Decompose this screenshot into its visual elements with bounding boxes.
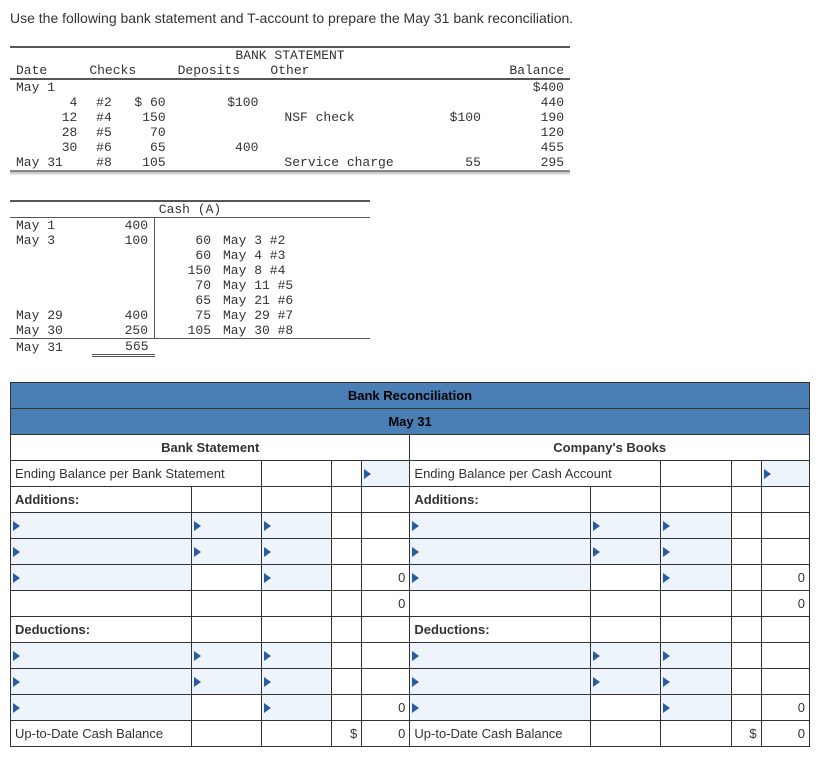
col-deposits: Deposits bbox=[172, 63, 265, 79]
bank-ded-amt-2a[interactable] bbox=[191, 669, 261, 695]
bank-add-amt-2b[interactable] bbox=[261, 539, 331, 565]
book-additions-label: Additions: bbox=[410, 487, 591, 513]
instruction-text: Use the following bank statement and T-a… bbox=[10, 10, 815, 26]
bank-ded-desc-3[interactable] bbox=[11, 695, 192, 721]
bank-ded-desc-2[interactable] bbox=[11, 669, 192, 695]
bank-final-val: 0 bbox=[362, 721, 410, 747]
book-ded-amt-3b[interactable] bbox=[661, 695, 731, 721]
bank-add-amt-1a[interactable] bbox=[191, 513, 261, 539]
ta-total-row: May 31 565 bbox=[10, 339, 370, 356]
book-uptodate-label: Up-to-Date Cash Balance bbox=[410, 721, 591, 747]
book-add-amt-1b[interactable] bbox=[661, 513, 731, 539]
bs-row: 30 #6 65 400 455 bbox=[10, 140, 570, 155]
bank-ded-amt-3b[interactable] bbox=[261, 695, 331, 721]
bank-uptodate-label: Up-to-Date Cash Balance bbox=[11, 721, 192, 747]
book-add-amt-1a[interactable] bbox=[591, 513, 661, 539]
book-add-amt-2a[interactable] bbox=[591, 539, 661, 565]
bank-ded-amt-1b[interactable] bbox=[261, 643, 331, 669]
book-ded-amt-1a[interactable] bbox=[591, 643, 661, 669]
book-add-amt-3b[interactable] bbox=[661, 565, 731, 591]
bank-reconciliation-table: Bank Reconciliation May 31 Bank Statemen… bbox=[10, 382, 810, 747]
bank-statement-title: BANK STATEMENT bbox=[10, 47, 570, 63]
bs-row: 4 #2 $ 60 $100 440 bbox=[10, 95, 570, 110]
bank-end-bal-label: Ending Balance per Bank Statement bbox=[11, 461, 262, 487]
book-add-desc-1[interactable] bbox=[410, 513, 591, 539]
ta-row: 150 May 8 #4 bbox=[10, 263, 370, 278]
bank-add-subtotal2: 0 bbox=[362, 591, 410, 617]
book-add-subtotal2: 0 bbox=[761, 591, 809, 617]
bank-final-sym: $ bbox=[332, 721, 362, 747]
bank-ded-desc-1[interactable] bbox=[11, 643, 192, 669]
recon-title: Bank Reconciliation bbox=[11, 383, 810, 409]
bs-row: May 1 $400 bbox=[10, 79, 570, 95]
col-other: Other bbox=[264, 63, 433, 79]
ta-row: May 30 250 105 May 30 #8 bbox=[10, 323, 370, 339]
book-add-amt-2b[interactable] bbox=[661, 539, 731, 565]
bank-add-desc-1[interactable] bbox=[11, 513, 192, 539]
ta-row: May 1 400 bbox=[10, 218, 370, 234]
book-add-desc-2[interactable] bbox=[410, 539, 591, 565]
ta-row: 65 May 21 #6 bbox=[10, 293, 370, 308]
bank-ded-amt-2b[interactable] bbox=[261, 669, 331, 695]
bs-row: 28 #5 70 120 bbox=[10, 125, 570, 140]
bank-side-heading: Bank Statement bbox=[11, 435, 410, 461]
bank-ded-amt-1a[interactable] bbox=[191, 643, 261, 669]
bank-ded-subtotal: 0 bbox=[362, 695, 410, 721]
book-ded-desc-2[interactable] bbox=[410, 669, 591, 695]
ta-row: May 3 100 60 May 3 #2 bbox=[10, 233, 370, 248]
t-account-title: Cash (A) bbox=[10, 201, 370, 218]
book-deductions-label: Deductions: bbox=[410, 617, 591, 643]
col-balance: Balance bbox=[487, 63, 570, 79]
bs-row: 12 #4 150 NSF check $100 190 bbox=[10, 110, 570, 125]
ta-row: 60 May 4 #3 bbox=[10, 248, 370, 263]
ta-row: 70 May 11 #5 bbox=[10, 278, 370, 293]
bank-end-bal-input[interactable] bbox=[362, 461, 410, 487]
book-ded-desc-3[interactable] bbox=[410, 695, 591, 721]
bank-add-desc-3[interactable] bbox=[11, 565, 192, 591]
bank-add-desc-2[interactable] bbox=[11, 539, 192, 565]
book-ded-subtotal: 0 bbox=[761, 695, 809, 721]
book-end-bal-label: Ending Balance per Cash Account bbox=[410, 461, 661, 487]
bank-add-amt-3b[interactable] bbox=[261, 565, 331, 591]
book-ded-amt-2a[interactable] bbox=[591, 669, 661, 695]
book-end-bal-input[interactable] bbox=[761, 461, 809, 487]
book-side-heading: Company's Books bbox=[410, 435, 810, 461]
book-add-subtotal1: 0 bbox=[761, 565, 809, 591]
bank-add-amt-2a[interactable] bbox=[191, 539, 261, 565]
bank-add-subtotal1: 0 bbox=[362, 565, 410, 591]
bank-additions-label: Additions: bbox=[11, 487, 192, 513]
book-ded-desc-1[interactable] bbox=[410, 643, 591, 669]
book-add-desc-3[interactable] bbox=[410, 565, 591, 591]
recon-subtitle: May 31 bbox=[11, 409, 810, 435]
col-date: Date bbox=[10, 63, 83, 79]
col-checks: Checks bbox=[83, 63, 171, 79]
bank-add-amt-1b[interactable] bbox=[261, 513, 331, 539]
bank-deductions-label: Deductions: bbox=[11, 617, 192, 643]
bs-row: May 31 #8 105 Service charge 55 295 bbox=[10, 155, 570, 171]
book-final-val: 0 bbox=[761, 721, 809, 747]
book-final-sym: $ bbox=[731, 721, 761, 747]
bank-statement-table: BANK STATEMENT Date Checks Deposits Othe… bbox=[10, 46, 570, 175]
t-account-table: Cash (A) May 1 400 May 3 100 60 May 3 #2… bbox=[10, 200, 370, 357]
book-ded-amt-2b[interactable] bbox=[661, 669, 731, 695]
book-ded-amt-1b[interactable] bbox=[661, 643, 731, 669]
ta-row: May 29 400 75 May 29 #7 bbox=[10, 308, 370, 323]
